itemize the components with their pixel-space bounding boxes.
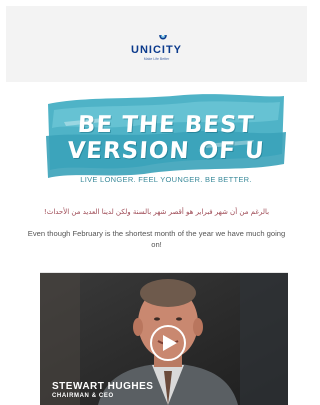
arabic-intro-text: بالرغم من أن شهر فبراير هو أقصر شهر بالس… xyxy=(43,208,270,216)
unicity-swirl-icon xyxy=(159,34,167,40)
speaker-title: CHAIRMAN & CEO xyxy=(52,393,114,399)
brand-logo-text[interactable]: UNICITY xyxy=(6,44,307,56)
headline-line-2: VERSION OF U xyxy=(66,138,266,164)
brand-tagline: Make Life Better xyxy=(143,57,170,61)
headline-line-1: BE THE BEST xyxy=(76,112,256,138)
header: UNICITY Make Life Better xyxy=(6,6,307,82)
play-button[interactable] xyxy=(150,325,186,361)
email-page: UNICITY Make Life Better BE THE BEST VER… xyxy=(0,0,313,405)
speaker-name: STEWART HUGHES xyxy=(52,381,154,392)
hero-banner[interactable]: BE THE BEST VERSION OF U LIVE LONGER. FE… xyxy=(44,92,288,196)
banner-subline: LIVE LONGER. FEEL YOUNGER. BE BETTER. xyxy=(80,175,252,184)
intro-text: Even though February is the shortest mon… xyxy=(27,229,286,249)
video-thumbnail[interactable]: STEWART HUGHES CHAIRMAN & CEO xyxy=(40,273,288,405)
play-icon xyxy=(163,335,177,351)
